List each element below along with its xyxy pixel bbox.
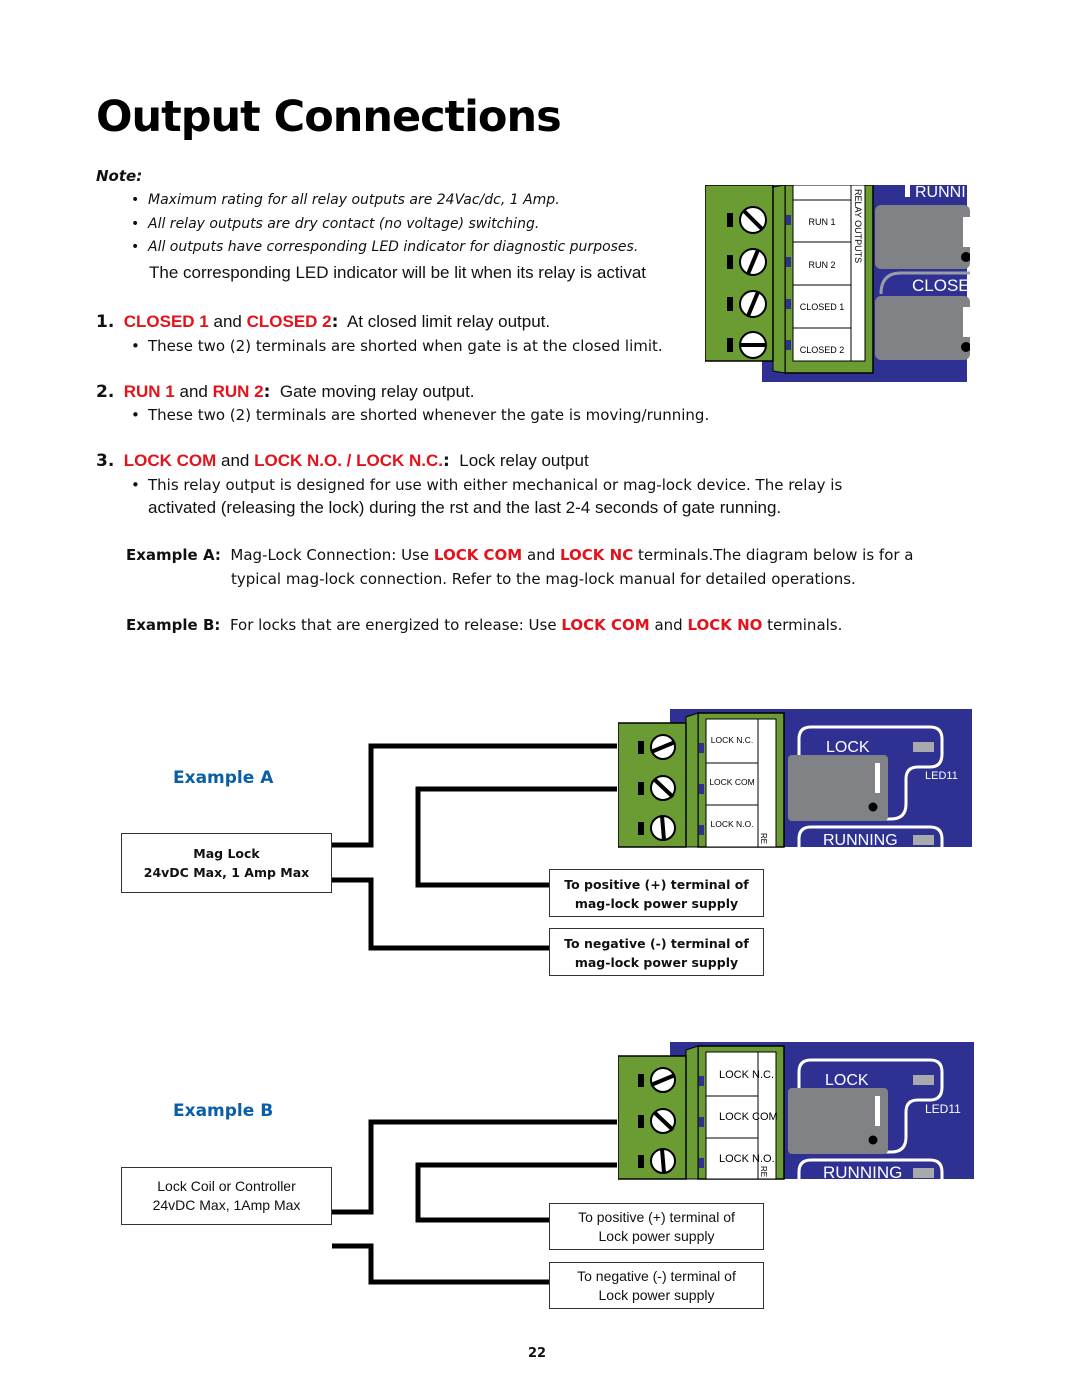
relay-marker bbox=[963, 217, 970, 247]
section-1-heading: 1. CLOSED 1 and CLOSED 2: At closed limi… bbox=[96, 312, 551, 332]
screw-slot bbox=[660, 1148, 666, 1174]
wire bbox=[415, 1162, 617, 1223]
note-item: • All outputs have corresponding LED indi… bbox=[131, 239, 639, 255]
example-a-text: Example A: Mag-Lock Connection: Use LOCK… bbox=[126, 546, 914, 564]
pin bbox=[699, 1158, 704, 1168]
term-lock-com: LOCK COM bbox=[123, 451, 217, 470]
terminal-slot bbox=[638, 741, 644, 754]
led-label-lock: LOCK bbox=[826, 739, 870, 756]
page-number: 22 bbox=[528, 1346, 547, 1361]
lock-relay-diagram-b: LOCK LED11 RUNNING LOCK N.C. LOCK COM LO… bbox=[618, 1042, 974, 1182]
terminal-label: RUN 2 bbox=[808, 260, 835, 270]
section-2-bullet: • These two (2) terminals are shorted whe… bbox=[131, 406, 710, 424]
note-label: Note: bbox=[96, 167, 143, 185]
section-2-heading: 2. RUN 1 and RUN 2: Gate moving relay ou… bbox=[96, 382, 475, 402]
example-b-text: Example B: For locks that are energized … bbox=[126, 616, 843, 634]
led-id: LED11 bbox=[925, 1102, 961, 1116]
section-3-bullet: • This relay output is designed for use w… bbox=[131, 476, 843, 494]
plug-side bbox=[772, 185, 786, 374]
pin bbox=[786, 340, 791, 350]
relay-marker bbox=[875, 763, 880, 793]
led-indicator bbox=[913, 742, 934, 752]
terminal-label: LOCK N.C. bbox=[719, 1069, 774, 1081]
pin bbox=[786, 257, 791, 267]
relay-block bbox=[875, 296, 970, 360]
terminal-label: RUN 1 bbox=[808, 217, 835, 227]
terminal-label: LOCK N.O. bbox=[719, 1153, 775, 1165]
term-closed-2: CLOSED 2 bbox=[246, 312, 332, 331]
pin bbox=[699, 743, 704, 753]
screw-slot bbox=[660, 815, 666, 841]
section-1-bullet: • These two (2) terminals are shorted whe… bbox=[131, 337, 663, 355]
terminal-slot bbox=[727, 297, 733, 311]
relay-dot bbox=[868, 1135, 878, 1145]
terminal-slot bbox=[638, 1074, 644, 1087]
pin bbox=[699, 1117, 704, 1127]
terminal-label: LOCK COM bbox=[709, 777, 754, 787]
led-label-closed: CLOSE bbox=[912, 276, 970, 295]
terminal-label: CLOSED 1 bbox=[800, 302, 845, 312]
note-item: • All relay outputs are dry contact (no v… bbox=[131, 216, 540, 232]
pin bbox=[786, 299, 791, 309]
plug-side bbox=[685, 1045, 699, 1180]
section-3-heading: 3. LOCK COM and LOCK N.O. / LOCK N.C.: L… bbox=[96, 451, 589, 471]
wire bbox=[332, 1243, 549, 1285]
term-lock-no-nc: LOCK N.O. / LOCK N.C. bbox=[254, 451, 443, 470]
terminal-slot bbox=[638, 822, 644, 835]
relay-side-label: RE bbox=[759, 833, 768, 844]
led-indicator bbox=[913, 835, 934, 845]
relay-side-label: RE bbox=[759, 1166, 768, 1177]
led-label-running: RUNNING bbox=[823, 1163, 902, 1182]
led-label-running: RUNNI bbox=[915, 185, 966, 201]
led-outline bbox=[905, 185, 910, 197]
term-run-2: RUN 2 bbox=[212, 382, 264, 401]
led-label-lock: LOCK bbox=[825, 1072, 869, 1089]
terminal-slot bbox=[727, 255, 733, 269]
plug-side bbox=[685, 712, 699, 848]
relay-outputs-label: RELAY OUTPUTS bbox=[853, 189, 863, 263]
example-a-text-line2: typical mag-lock connection. Refer to th… bbox=[231, 570, 856, 588]
terminal-label: LOCK N.C. bbox=[711, 735, 754, 745]
term-run-1: RUN 1 bbox=[123, 382, 175, 401]
wire bbox=[332, 743, 617, 848]
page-title: Output Connections bbox=[96, 92, 562, 142]
relay-outputs-diagram: RUNNI CLOSE RUN 1 RUN 2 CLOSED 1 CLOSED … bbox=[705, 185, 970, 382]
terminal-label: LOCK N.O. bbox=[711, 819, 754, 829]
lock-relay-diagram-a: LOCK LED11 RUNNING LOCK N.C. LOCK COM LO… bbox=[618, 709, 972, 849]
terminal-slot bbox=[638, 1115, 644, 1128]
note-continuation: The corresponding LED indicator will be … bbox=[149, 263, 647, 282]
terminal-label: CLOSED 2 bbox=[800, 345, 845, 355]
pin bbox=[786, 215, 791, 225]
terminal-label: LOCK COM bbox=[719, 1111, 778, 1123]
terminal-slot bbox=[727, 213, 733, 227]
pin bbox=[699, 1076, 704, 1086]
terminal-slot bbox=[638, 1155, 644, 1168]
relay-marker bbox=[963, 307, 970, 337]
relay-dot bbox=[868, 802, 878, 812]
note-item: • Maximum rating for all relay outputs ar… bbox=[131, 192, 560, 208]
section-3-bullet-cont: activated (releasing the lock) during th… bbox=[148, 498, 782, 517]
led-indicator bbox=[913, 1168, 934, 1178]
wire bbox=[415, 786, 617, 888]
term-closed-1: CLOSED 1 bbox=[123, 312, 209, 331]
pin bbox=[699, 784, 704, 794]
terminal-slot bbox=[638, 782, 644, 795]
terminal-slot bbox=[727, 338, 733, 352]
led-id: LED11 bbox=[925, 770, 958, 782]
relay-block bbox=[875, 205, 970, 269]
wire bbox=[332, 877, 549, 951]
led-indicator bbox=[913, 1075, 934, 1085]
led-label-running: RUNNING bbox=[823, 832, 898, 849]
relay-marker bbox=[875, 1096, 880, 1126]
pin bbox=[699, 825, 704, 835]
